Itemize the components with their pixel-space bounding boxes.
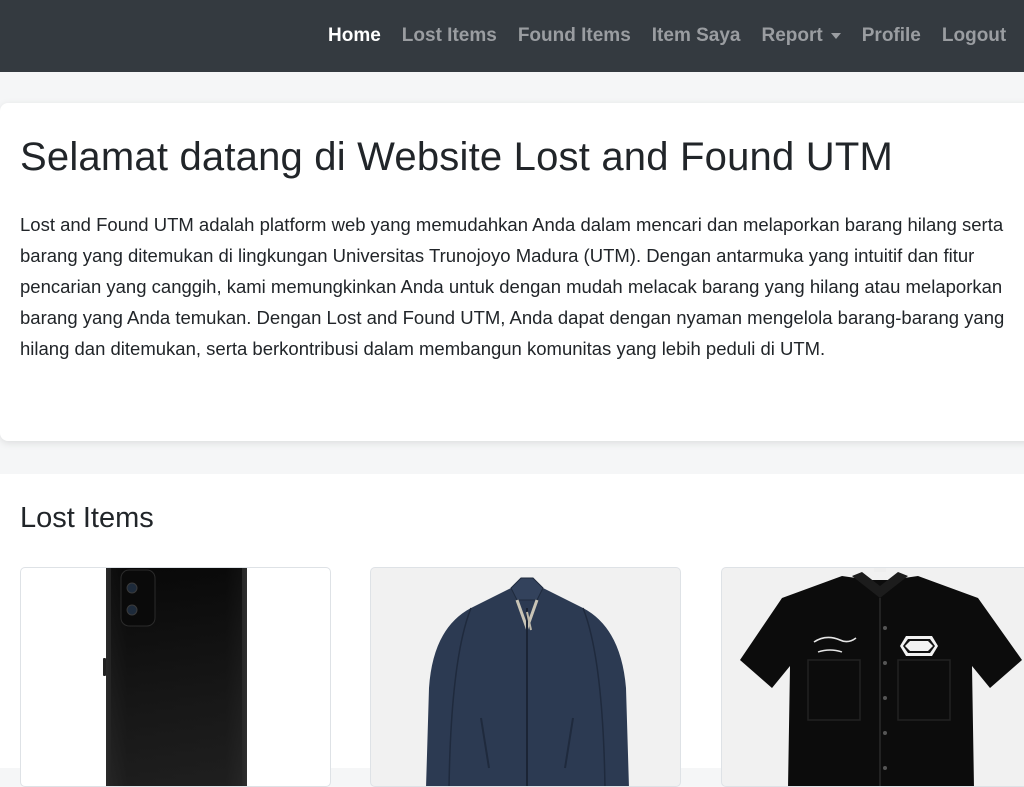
nav-logout-link[interactable]: Logout	[942, 25, 1006, 47]
lost-items-heading: Lost Items	[20, 502, 154, 534]
nav-lost-items-link[interactable]: Lost Items	[402, 25, 497, 47]
navbar: Home Lost Items Found Items Item Saya Re…	[0, 0, 1024, 72]
chevron-down-icon	[830, 33, 841, 39]
nav-item-saya-link[interactable]: Item Saya	[652, 25, 741, 47]
lost-item-card[interactable]	[20, 567, 331, 787]
jacket-image	[426, 577, 629, 786]
nav-report-label: Report	[761, 25, 823, 46]
page-title: Selamat datang di Website Lost and Found…	[20, 135, 893, 179]
nav-home-link[interactable]: Home	[328, 25, 381, 47]
lost-item-card[interactable]	[370, 567, 681, 787]
nav-report-dropdown[interactable]: Report	[762, 25, 841, 47]
smartphone-image	[103, 568, 247, 786]
nav-found-items-link[interactable]: Found Items	[518, 25, 631, 47]
nav-links: Home Lost Items Found Items Item Saya Re…	[328, 0, 1024, 72]
lost-item-card[interactable]	[721, 567, 1024, 787]
nav-profile-link[interactable]: Profile	[862, 25, 921, 47]
shirt-image	[740, 568, 1022, 786]
welcome-jumbotron: Selamat datang di Website Lost and Found…	[0, 103, 1024, 441]
welcome-description: Lost and Found UTM adalah platform web y…	[20, 214, 1005, 359]
